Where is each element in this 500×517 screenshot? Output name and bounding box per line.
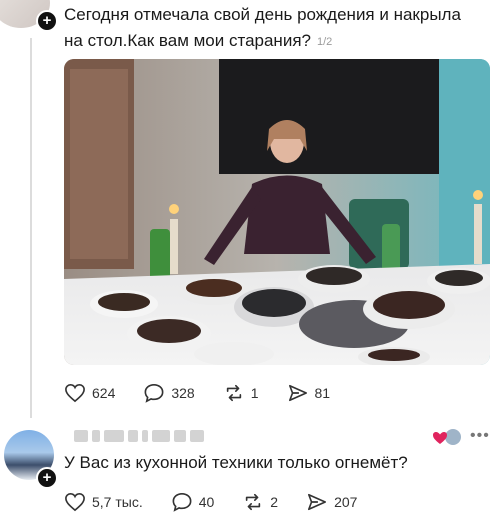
heart-icon [65,492,85,512]
more-dots-icon[interactable]: ••• [470,427,490,445]
like-count: 624 [92,385,116,401]
send-icon [288,384,307,402]
share-button[interactable]: 207 [306,492,357,512]
send-icon [308,493,327,511]
repost-icon [226,384,241,402]
repost-button[interactable]: 1 [223,383,259,403]
thread-line [30,38,32,418]
birthday-table-photo [64,59,490,365]
reply-username-redacted[interactable] [74,430,206,442]
comment-button[interactable]: 328 [143,383,195,403]
author-liked-heart-icon [433,429,461,445]
post-text: Сегодня отмечала свой день рождения и на… [64,2,484,55]
follow-plus-icon[interactable]: + [36,10,58,32]
repost-count: 1 [250,385,259,401]
comment-bubble-icon [144,383,164,403]
repost-count: 2 [270,494,279,510]
post-photo[interactable] [64,59,490,365]
comment-button[interactable]: 40 [171,492,215,512]
page-indicator: 1/2 [316,35,333,48]
heart-icon [65,383,85,403]
comment-count: 40 [198,494,215,510]
reply-text: У Вас из кухонной техники только огнемёт… [64,453,408,472]
like-button[interactable]: 5,7 тыс. [64,492,143,512]
comment-count: 328 [171,385,195,401]
repost-button[interactable]: 2 [242,492,278,512]
follow-plus-icon[interactable]: + [36,467,58,489]
post-body: Сегодня отмечала свой день рождения и на… [64,5,461,50]
like-count: 5,7 тыс. [92,494,143,510]
share-button[interactable]: 81 [287,383,331,403]
post-actions: 624 328 1 81 [64,383,358,403]
share-count: 81 [314,385,331,401]
repost-icon [246,493,261,511]
reply-actions: 5,7 тыс. 40 2 207 [64,492,385,512]
comment-bubble-icon [172,492,192,512]
like-button[interactable]: 624 [64,383,115,403]
share-count: 207 [334,494,358,510]
author-liked-badge [432,428,462,448]
